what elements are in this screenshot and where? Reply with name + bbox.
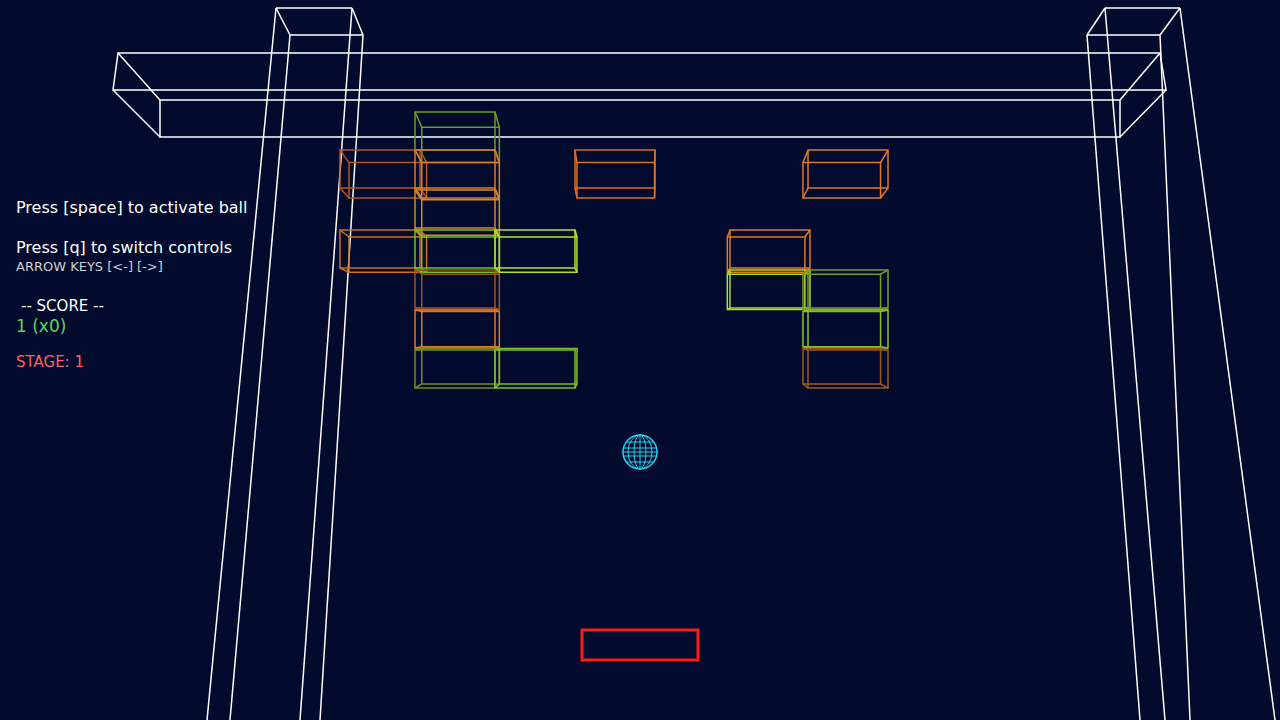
game-screen: Press [space] to activate ball Press [q]…: [0, 0, 1280, 720]
brick: [803, 150, 888, 198]
brick: [340, 150, 427, 198]
brick: [803, 349, 888, 388]
brick: [415, 112, 499, 163]
brick: [803, 310, 888, 348]
controls-mode: ARROW KEYS [<-] [->]: [16, 258, 248, 276]
brick: [575, 150, 655, 198]
brick: [415, 270, 499, 310]
playfield: [0, 0, 1280, 720]
brick: [415, 230, 499, 272]
brick: [495, 349, 577, 388]
ball: [623, 435, 657, 469]
brick: [415, 310, 499, 348]
stage-label: STAGE: 1: [16, 352, 248, 372]
walls: [113, 8, 1275, 720]
brick: [495, 230, 577, 272]
brick: [727, 270, 810, 310]
controls-hint: Press [q] to switch controls: [16, 238, 248, 258]
brick: [415, 349, 499, 388]
brick: [803, 270, 888, 310]
hud: Press [space] to activate ball Press [q]…: [16, 198, 248, 372]
brick: [340, 230, 427, 272]
paddle[interactable]: [582, 630, 698, 660]
score-value: 1 (x0): [16, 316, 248, 336]
activate-hint: Press [space] to activate ball: [16, 198, 248, 218]
score-label: -- SCORE --: [16, 296, 248, 316]
brick: [727, 230, 810, 272]
brick: [415, 190, 499, 235]
